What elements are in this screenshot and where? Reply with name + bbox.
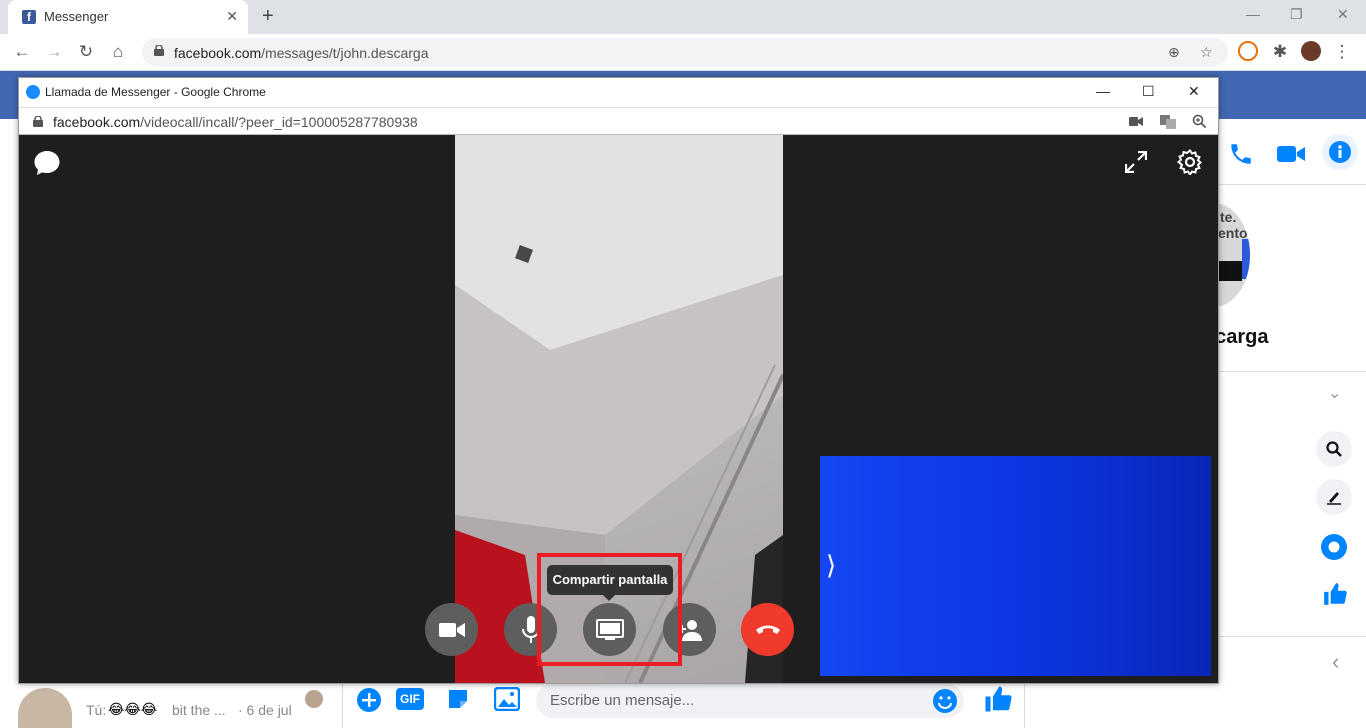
close-tab-icon[interactable]: ✕ (226, 8, 238, 25)
address-bar[interactable]: facebook.com/messages/t/john.descarga ⊕ … (142, 38, 1228, 66)
browser-toolbar: ← → ↻ ⌂ facebook.com/messages/t/john.des… (0, 34, 1366, 71)
end-call-button[interactable] (741, 603, 794, 656)
like-emoji-icon[interactable] (1322, 581, 1348, 607)
restore-window-button[interactable]: ❐ (1290, 6, 1303, 23)
search-conversation-button[interactable] (1316, 431, 1352, 467)
popup-title: Llamada de Messenger - Google Chrome (45, 85, 266, 99)
divider (1218, 371, 1366, 372)
lock-icon (33, 116, 43, 127)
plus-circle-icon[interactable] (356, 687, 382, 713)
photo-icon[interactable] (494, 687, 520, 711)
theme-color-icon[interactable] (1320, 533, 1348, 561)
emoji-icon[interactable] (932, 688, 958, 714)
camera-permission-icon[interactable] (1129, 116, 1143, 127)
profile-photo-accent (1242, 239, 1250, 279)
call-popup-window: Llamada de Messenger - Google Chrome — ☐… (18, 77, 1219, 684)
camera-toggle-button[interactable] (425, 603, 478, 656)
new-tab-button[interactable]: + (262, 5, 274, 28)
tab-title: Messenger (44, 9, 109, 24)
popup-maximize-button[interactable]: ☐ (1142, 83, 1155, 100)
edit-nicknames-button[interactable] (1316, 479, 1352, 515)
divider (1218, 184, 1366, 185)
settings-gear-icon[interactable] (1177, 149, 1203, 175)
messenger-icon (26, 85, 40, 99)
tab-strip: f Messenger ✕ + — ❐ ✕ (0, 0, 1366, 34)
extensions-puzzle-icon[interactable]: ✱ (1268, 40, 1292, 64)
camera-icon (439, 623, 465, 637)
profile-photo-text-1: te. (1220, 209, 1237, 225)
browser-tab[interactable]: f Messenger ✕ (8, 0, 248, 34)
divider (1218, 636, 1366, 637)
popup-title-bar: Llamada de Messenger - Google Chrome — ☐… (19, 78, 1218, 107)
chevron-left-icon[interactable]: ‹ (1332, 649, 1339, 675)
facebook-favicon-icon: f (22, 10, 36, 24)
search-icon (1326, 441, 1342, 457)
translate-icon[interactable] (1160, 115, 1176, 129)
message-input[interactable]: Escribe un mensaje... (536, 684, 964, 718)
conversation-preview-emojis: 😂😂😂 (108, 701, 158, 717)
collapse-preview-chevron-icon[interactable]: ⟩ (826, 550, 836, 581)
fullscreen-icon[interactable] (1125, 151, 1147, 173)
forward-button[interactable]: → (42, 40, 66, 64)
self-video-preview: ⟩ (820, 456, 1211, 676)
address-text: facebook.com/messages/t/john.descarga (174, 45, 429, 61)
video-call-icon[interactable] (1276, 143, 1306, 165)
popup-minimize-button[interactable]: — (1096, 83, 1110, 99)
chevron-down-icon[interactable]: ⌄ (1328, 383, 1341, 403)
contact-avatar[interactable] (18, 688, 72, 728)
conversation-preview-date: · 6 de jul (238, 702, 292, 718)
profile-avatar[interactable] (1301, 41, 1321, 61)
home-button[interactable]: ⌂ (106, 40, 130, 64)
minimize-window-button[interactable]: — (1246, 6, 1260, 22)
lock-icon (154, 45, 164, 56)
popup-address-text: facebook.com/videocall/incall/?peer_id=1… (53, 114, 418, 130)
video-call-area: ⟩ Compartir pantalla (19, 135, 1218, 683)
reload-button[interactable]: ↻ (74, 40, 98, 64)
close-window-button[interactable]: ✕ (1337, 6, 1349, 23)
messenger-bottom-bar: Tú: 😂😂😂 bit the ... · 6 de jul GIF Escri… (0, 684, 1366, 728)
conversation-info-panel: te. ento scarga ⌄ ‹ (1178, 119, 1366, 728)
hang-up-icon (756, 625, 780, 634)
info-icon (1329, 141, 1351, 163)
thumbs-up-icon[interactable] (983, 684, 1013, 714)
highlight-annotation-box (537, 553, 682, 666)
bookmark-star-icon[interactable]: ☆ (1200, 44, 1213, 61)
extension-icon[interactable] (1238, 41, 1258, 61)
back-button[interactable]: ← (10, 40, 34, 64)
popup-address-bar[interactable]: facebook.com/videocall/incall/?peer_id=1… (19, 107, 1218, 135)
chat-bubble-icon[interactable] (33, 149, 61, 177)
conversation-preview-text: bit the ... (172, 702, 226, 718)
info-button[interactable] (1322, 134, 1358, 170)
sticker-icon[interactable] (446, 687, 470, 711)
phone-icon[interactable] (1228, 141, 1254, 167)
divider (342, 684, 343, 728)
gif-icon[interactable]: GIF (396, 688, 424, 710)
zoom-icon[interactable]: ⊕ (1168, 44, 1180, 61)
zoom-icon[interactable] (1192, 114, 1206, 128)
divider (1024, 684, 1025, 728)
popup-close-button[interactable]: ✕ (1188, 83, 1200, 100)
conversation-preview-prefix: Tú: (86, 702, 107, 718)
pencil-icon (1327, 492, 1341, 505)
read-receipt-avatar (305, 690, 323, 708)
chrome-menu-icon[interactable]: ⋮ (1330, 40, 1354, 64)
message-input-placeholder: Escribe un mensaje... (550, 692, 695, 709)
